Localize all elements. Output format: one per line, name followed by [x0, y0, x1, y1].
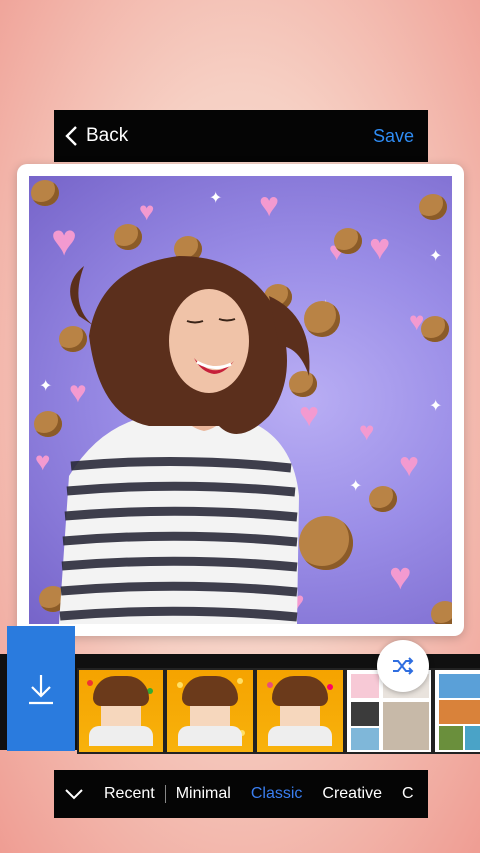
- tab-more[interactable]: C: [392, 785, 424, 803]
- sticker-dot: [237, 678, 243, 684]
- collage-cell: [381, 700, 431, 752]
- expand-categories-button[interactable]: [54, 788, 94, 800]
- edited-photo[interactable]: ♥ ♥ ♥ ♥ ♥ ♥ ♥ ♥ ♥ ♥ ♥ ♥ ♥ ♥ ✦ ✦ ✦ ✦ ✦ ✦: [29, 176, 452, 624]
- top-bar: Back Save: [54, 110, 428, 162]
- collage-cell: [349, 726, 381, 752]
- sticker-dot: [327, 684, 333, 690]
- template-thumbnail[interactable]: [77, 668, 165, 754]
- collage-cell: [437, 724, 465, 752]
- category-bar: Recent Minimal Classic Creative C: [54, 770, 428, 818]
- save-button[interactable]: Save: [373, 126, 428, 147]
- shuffle-button[interactable]: [377, 640, 429, 692]
- template-person: [178, 676, 242, 746]
- photo-frame: ♥ ♥ ♥ ♥ ♥ ♥ ♥ ♥ ♥ ♥ ♥ ♥ ♥ ♥ ✦ ✦ ✦ ✦ ✦ ✦: [17, 164, 464, 636]
- sticker-dot: [267, 682, 273, 688]
- download-button[interactable]: [7, 626, 75, 751]
- template-thumbnail[interactable]: [433, 668, 480, 754]
- collage-cell: [437, 672, 480, 700]
- collage-cell: [349, 700, 381, 728]
- template-strip: [0, 626, 480, 754]
- tab-recent[interactable]: Recent: [94, 785, 165, 803]
- download-icon: [29, 674, 53, 704]
- template-thumbnail[interactable]: [255, 668, 345, 754]
- template-person: [268, 676, 332, 746]
- tab-minimal[interactable]: Minimal: [166, 785, 241, 803]
- collage-cell: [463, 724, 480, 752]
- sticker-dot: [177, 682, 183, 688]
- tab-creative[interactable]: Creative: [312, 785, 392, 803]
- chevron-left-icon: [65, 126, 77, 146]
- woman-figure: [59, 256, 310, 624]
- collage-cell: [437, 698, 480, 726]
- tab-classic[interactable]: Classic: [241, 785, 313, 803]
- chevron-down-icon: [65, 789, 83, 800]
- template-person: [89, 676, 153, 746]
- collage-cell: [349, 672, 381, 700]
- template-thumbnail[interactable]: [165, 668, 255, 754]
- back-button[interactable]: Back: [54, 125, 128, 147]
- shuffle-icon: [393, 657, 414, 675]
- back-label: Back: [86, 125, 129, 146]
- sticker-dot: [87, 680, 93, 686]
